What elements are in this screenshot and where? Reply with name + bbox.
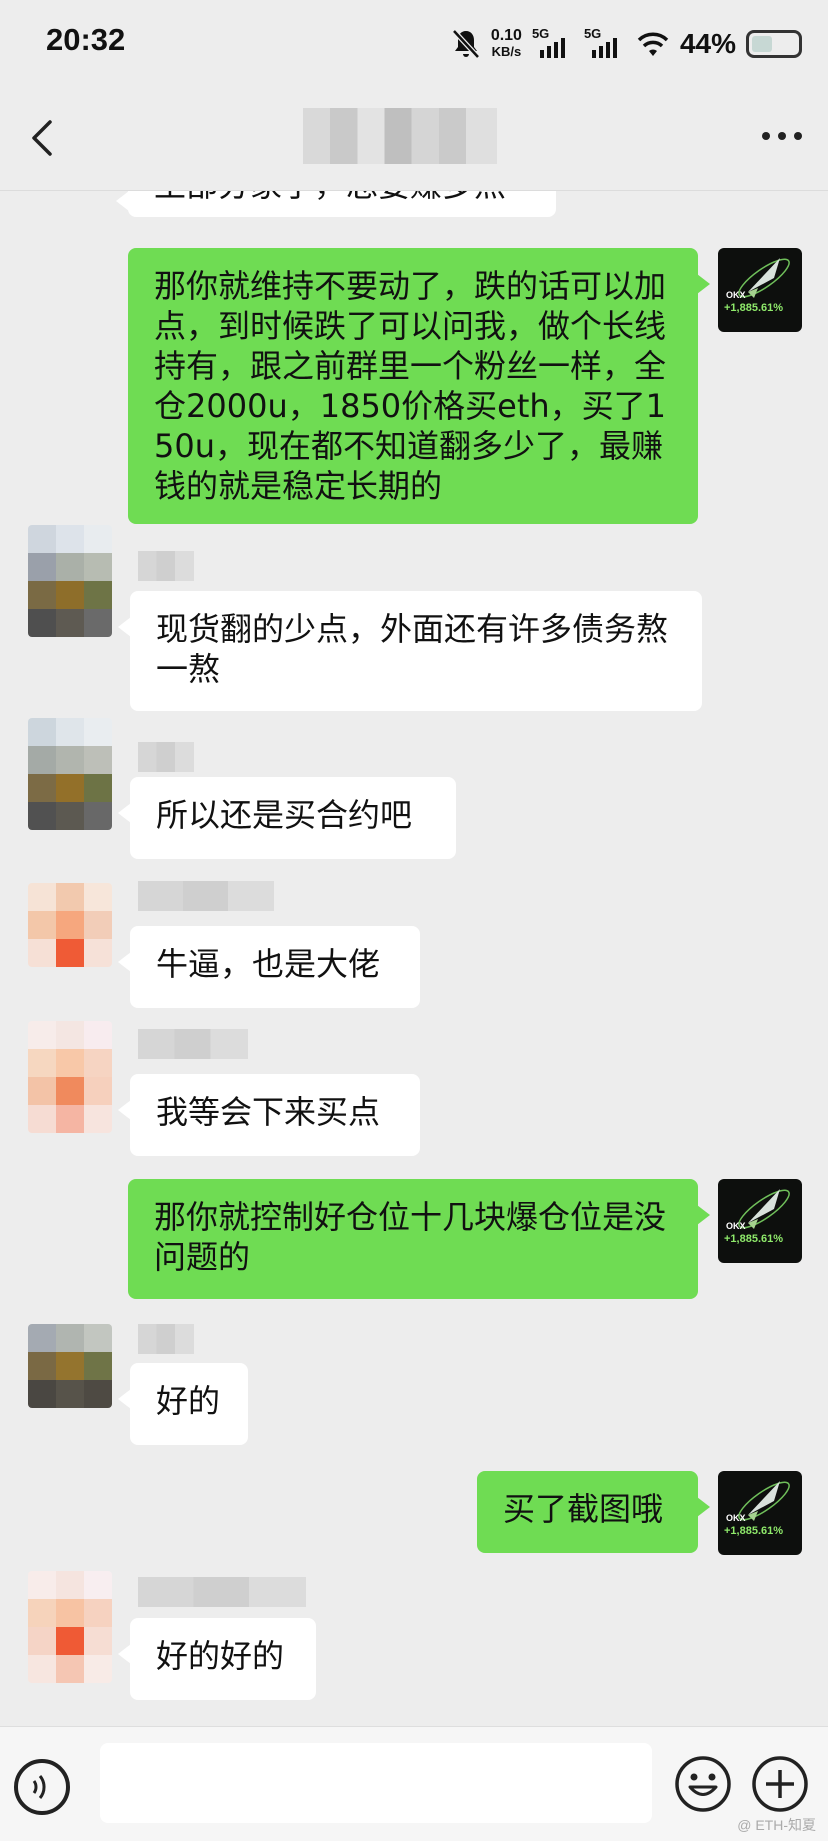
- status-time: 20:32: [46, 22, 126, 57]
- message-bubble[interactable]: 王部分家了，总要赚多点: [116, 191, 556, 217]
- contact-avatar[interactable]: [28, 1324, 112, 1408]
- chat-header: [0, 88, 828, 191]
- contact-avatar[interactable]: [28, 525, 112, 637]
- message-input[interactable]: [100, 1743, 652, 1823]
- message-bubble[interactable]: 好的好的: [118, 1618, 316, 1700]
- message-bubble[interactable]: 那你就维持不要动了，跌的话可以加点，到时候跌了可以问我，做个长线持有，跟之前群里…: [128, 248, 710, 524]
- battery-percent: 44%: [679, 28, 736, 59]
- message-bubble[interactable]: 好的: [118, 1363, 248, 1445]
- more-options-icon[interactable]: [760, 126, 804, 146]
- my-avatar[interactable]: OKX +1,885.61%: [718, 248, 802, 332]
- message-bubble[interactable]: 那你就控制好仓位十几块爆仓位是没问题的: [128, 1179, 710, 1299]
- message-bubble[interactable]: 牛逼，也是大佬: [118, 926, 420, 1008]
- my-avatar[interactable]: OKX +1,885.61%: [718, 1179, 802, 1263]
- back-arrow-icon[interactable]: [24, 118, 64, 158]
- contact-name-blurred: [138, 881, 274, 911]
- voice-icon[interactable]: [14, 1759, 70, 1815]
- message-bubble[interactable]: 我等会下来买点: [118, 1074, 420, 1156]
- network-speed: 0.10 KB/s: [490, 27, 522, 60]
- contact-avatar[interactable]: [28, 718, 112, 830]
- contact-name-blurred: [138, 1029, 248, 1059]
- signal-1-icon: 5G: [532, 26, 574, 60]
- contact-name-blurred: [138, 1577, 306, 1607]
- message-bubble[interactable]: 现货翻的少点，外面还有许多债务熬一熬: [118, 591, 702, 711]
- input-bar: @ ETH-知夏: [0, 1726, 828, 1841]
- message-bubble[interactable]: 所以还是买合约吧: [118, 777, 456, 859]
- chat-title-blurred: [303, 108, 497, 164]
- mute-bell-icon: [451, 29, 480, 59]
- contact-name-blurred: [138, 1324, 194, 1354]
- battery-icon: [746, 30, 802, 58]
- message-list[interactable]: 王部分家了，总要赚多点 OKX +1,885.61% 那你就维持不要动了，跌的话…: [0, 191, 828, 1726]
- status-bar: 20:32 0.10 KB/s 5G 5G 44%: [0, 0, 828, 88]
- emoji-icon[interactable]: [673, 1754, 733, 1814]
- watermark: @ ETH-知夏: [737, 1817, 816, 1833]
- contact-avatar[interactable]: [28, 1571, 112, 1683]
- plus-icon[interactable]: [750, 1754, 810, 1814]
- status-icons: 0.10 KB/s 5G 5G 44%: [451, 24, 802, 64]
- contact-name-blurred: [138, 742, 194, 772]
- message-bubble[interactable]: 买了截图哦: [477, 1471, 710, 1553]
- signal-2-icon: 5G: [584, 26, 626, 60]
- wifi-icon: [637, 32, 669, 56]
- my-avatar[interactable]: OKX +1,885.61%: [718, 1471, 802, 1555]
- contact-avatar[interactable]: [28, 1021, 112, 1133]
- contact-avatar[interactable]: [28, 883, 112, 967]
- contact-name-blurred: [138, 551, 194, 581]
